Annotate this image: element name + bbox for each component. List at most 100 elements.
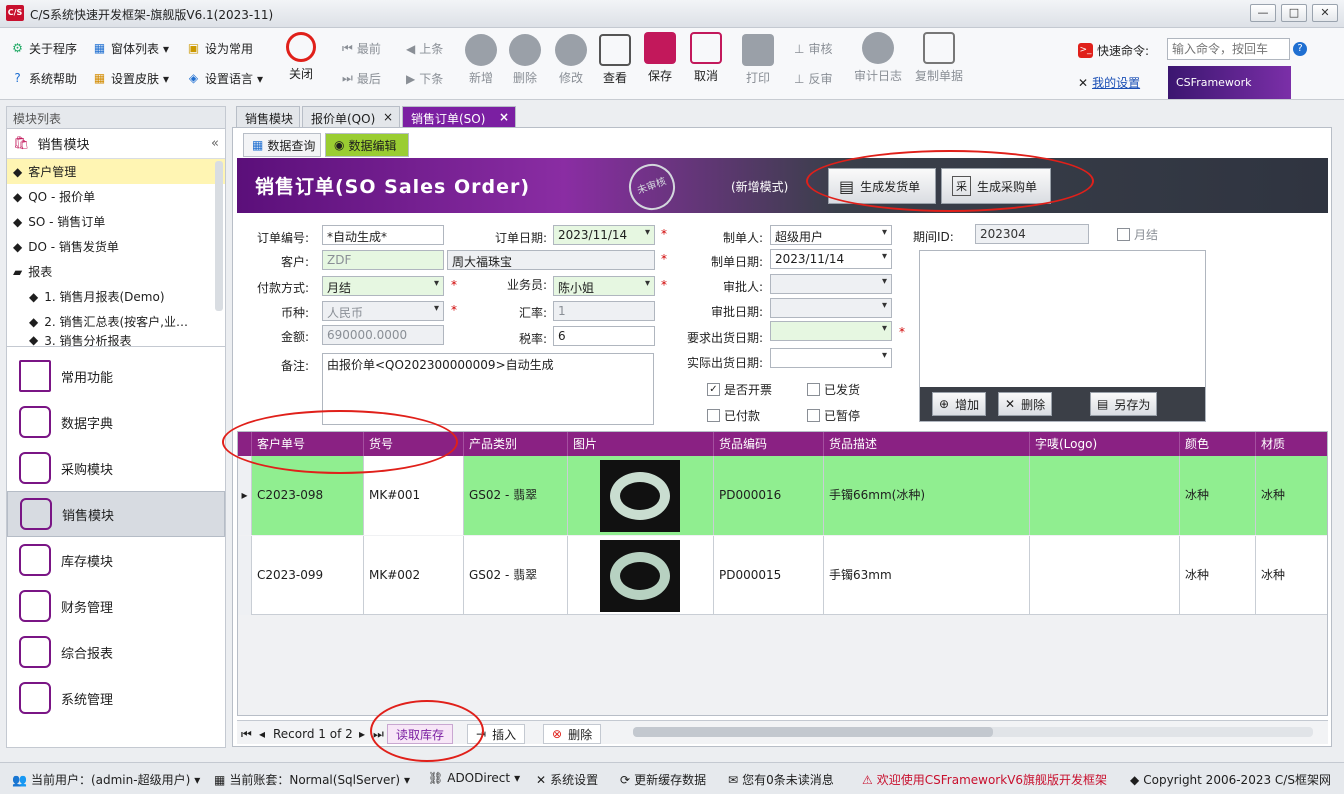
cell-category[interactable]: GS02 - 翡翠 <box>464 536 568 615</box>
help-button[interactable]: ? 系统帮助 <box>10 70 77 87</box>
attachment-add-button[interactable]: ⊕ 增加 <box>932 392 987 416</box>
nav-sales[interactable]: 销售模块 <box>7 491 225 537</box>
table-row[interactable]: C2023-099 MK#002 GS02 - 翡翠 PD000015 手镯63… <box>238 536 1327 615</box>
column-header[interactable]: 货品编码 <box>714 432 824 456</box>
horizontal-scrollbar[interactable] <box>633 727 1313 737</box>
nav-next-button[interactable]: ▸ <box>359 724 365 744</box>
skin-button[interactable]: ▦ 设置皮肤 ▾ <box>92 70 169 87</box>
copy-button[interactable]: 复制单据 <box>912 32 966 84</box>
nav-common[interactable]: 常用功能 <box>7 353 225 399</box>
status-refresh[interactable]: ⟳ 更新缓存数据 <box>620 771 706 788</box>
column-header[interactable]: 材质 <box>1256 432 1327 456</box>
tree-item-do[interactable]: ◆ DO - 销售发货单 <box>7 234 225 259</box>
approve-date-field[interactable] <box>770 298 892 318</box>
status-user[interactable]: 👥 当前用户：(admin-超级用户) ▾ <box>12 771 200 788</box>
column-header[interactable]: 产品类别 <box>464 432 568 456</box>
status-connection[interactable]: ⛓ ADODirect ▾ <box>428 771 520 785</box>
close-icon[interactable]: × <box>383 110 393 124</box>
attachment-delete-button[interactable]: ✕ 删除 <box>998 392 1053 416</box>
maker-field[interactable]: 超级用户 <box>770 225 892 245</box>
nav-inventory[interactable]: 库存模块 <box>7 537 225 583</box>
req-ship-field[interactable] <box>770 321 892 341</box>
tree-item-reports[interactable]: ▰ 报表 <box>7 259 225 284</box>
audit-log-button[interactable]: 审计日志 <box>852 32 904 84</box>
tree-item-customer[interactable]: ◆ 客户管理 <box>7 159 225 184</box>
minimize-button[interactable]: — <box>1250 4 1276 22</box>
nav-reports[interactable]: 综合报表 <box>7 629 225 675</box>
close-module-button[interactable]: 关闭 <box>278 32 324 82</box>
period-field[interactable]: 202304 <box>975 224 1089 244</box>
currency-field[interactable]: 人民币 <box>322 301 444 321</box>
cell-material[interactable]: 冰种 <box>1256 536 1327 615</box>
cell-desc[interactable]: 手镯63mm <box>824 536 1030 615</box>
nav-first-button[interactable]: ⏮ <box>241 724 252 744</box>
cell-color[interactable]: 冰种 <box>1180 456 1256 535</box>
about-button[interactable]: ⚙ 关于程序 <box>10 40 77 57</box>
sidebar-module-title[interactable]: 🛍 销售模块 « <box>7 129 225 159</box>
shipped-checkbox[interactable]: 已发货 <box>807 381 860 398</box>
cell-material[interactable]: 冰种 <box>1256 456 1327 535</box>
nav-prev-button[interactable]: ◂ <box>259 724 265 744</box>
cancel-button[interactable]: 取消 <box>683 32 729 84</box>
prev-record-button[interactable]: ◀ 上条 <box>406 40 443 57</box>
cell-code[interactable]: PD000016 <box>714 456 824 535</box>
cell-logo[interactable] <box>1030 536 1180 615</box>
column-header[interactable]: 货品描述 <box>824 432 1030 456</box>
cell-color[interactable]: 冰种 <box>1180 536 1256 615</box>
maximize-button[interactable]: □ <box>1281 4 1307 22</box>
tree-item-report-1[interactable]: ◆ 1. 销售月报表(Demo) <box>7 284 225 309</box>
tree-scrollbar[interactable] <box>215 161 223 311</box>
cell-cust-no[interactable]: C2023-099 <box>252 536 364 615</box>
make-date-field[interactable]: 2023/11/14 <box>770 249 892 269</box>
delete-button[interactable]: 删除 <box>502 34 548 86</box>
order-date-field[interactable]: 2023/11/14 <box>553 225 655 245</box>
print-button[interactable]: 打印 <box>735 34 781 86</box>
tab-quotation[interactable]: 报价单(QO) × <box>302 106 400 128</box>
save-button[interactable]: 保存 <box>637 32 683 84</box>
status-messages[interactable]: ✉ 您有0条未读消息 <box>728 771 834 788</box>
attachment-saveas-button[interactable]: ▤ 另存为 <box>1090 392 1158 416</box>
tab-sales-module[interactable]: 销售模块 <box>236 106 300 128</box>
tree-item-report-2[interactable]: ◆ 2. 销售汇总表(按客户,业… <box>7 309 225 334</box>
paused-checkbox[interactable]: 已暂停 <box>807 407 860 424</box>
status-account[interactable]: ▦ 当前账套：Normal(SqlServer) ▾ <box>214 771 410 788</box>
paid-checkbox[interactable]: 已付款 <box>707 407 760 424</box>
close-icon[interactable]: × <box>499 110 509 124</box>
tab-sales-order[interactable]: 销售订单(SO) × <box>402 106 516 128</box>
monthly-checkbox[interactable]: 月结 <box>1117 226 1158 243</box>
nav-finance[interactable]: 财务管理 <box>7 583 225 629</box>
help-icon[interactable]: ? <box>1293 42 1307 56</box>
add-button[interactable]: 新增 <box>458 34 504 86</box>
window-list-button[interactable]: ▦ 窗体列表 ▾ <box>92 40 169 57</box>
cell-desc[interactable]: 手镯66mm(冰种) <box>824 456 1030 535</box>
customer-name-field[interactable]: 周大福珠宝 <box>447 250 655 270</box>
cell-logo[interactable] <box>1030 456 1180 535</box>
invoice-checkbox[interactable]: ✓ 是否开票 <box>707 381 772 398</box>
collapse-icon[interactable]: « <box>211 136 219 151</box>
view-button[interactable]: 查看 <box>592 34 638 86</box>
rate-field[interactable]: 1 <box>553 301 655 321</box>
nav-system[interactable]: 系统管理 <box>7 675 225 721</box>
next-record-button[interactable]: ▶ 下条 <box>406 70 443 87</box>
cell-item-no[interactable]: MK#002 <box>364 536 464 615</box>
column-header[interactable]: 颜色 <box>1180 432 1256 456</box>
customer-code-field[interactable]: ZDF <box>322 250 444 270</box>
act-ship-field[interactable] <box>770 348 892 368</box>
set-common-button[interactable]: ▣ 设为常用 <box>186 40 253 57</box>
approve-button[interactable]: ⊥ 审核 <box>794 40 832 57</box>
tree-item-qo[interactable]: ◆ QO - 报价单 <box>7 184 225 209</box>
nav-purchase[interactable]: 采购模块 <box>7 445 225 491</box>
cell-image[interactable] <box>568 536 714 615</box>
tree-item-report-3[interactable]: ◆ 3. 销售分析报表 <box>7 334 225 346</box>
tab-data-query[interactable]: ▦ 数据查询 <box>243 133 321 157</box>
order-no-field[interactable]: *自动生成* <box>322 225 444 245</box>
my-settings-link[interactable]: ✕ 我的设置 <box>1078 74 1140 91</box>
tree-item-so[interactable]: ◆ SO - 销售订单 <box>7 209 225 234</box>
last-record-button[interactable]: ⏭ 最后 <box>342 70 381 87</box>
nav-dictionary[interactable]: 数据字典 <box>7 399 225 445</box>
cell-code[interactable]: PD000015 <box>714 536 824 615</box>
pay-field[interactable]: 月结 <box>322 276 444 296</box>
amount-field[interactable]: 690000.0000 <box>322 325 444 345</box>
tax-field[interactable]: 6 <box>553 326 655 346</box>
delete-row-button[interactable]: ⊗ 删除 <box>543 724 602 744</box>
